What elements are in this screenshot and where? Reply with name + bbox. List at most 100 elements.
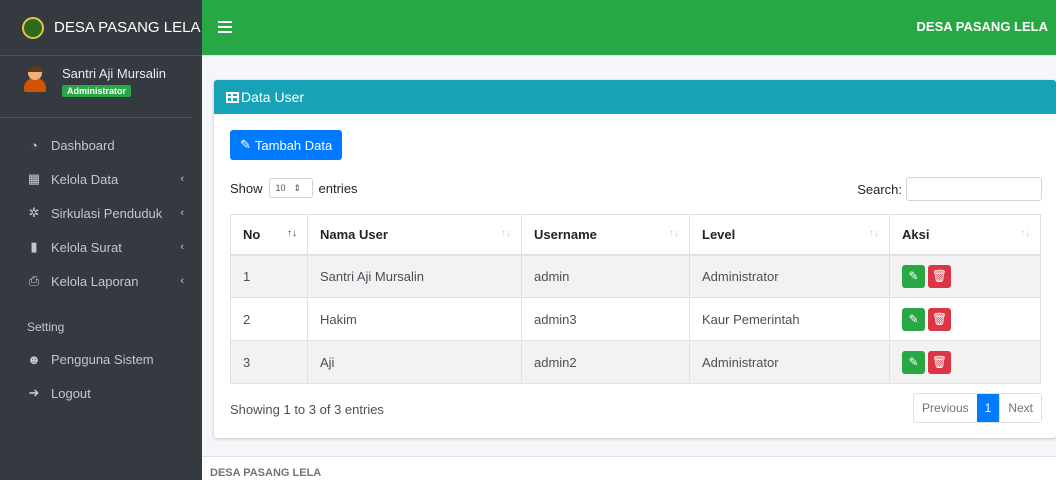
cogs-icon: ✲ — [28, 205, 40, 220]
cell-aksi: ✎ 🗑 — [889, 254, 1041, 298]
user-icon: ☻ — [27, 351, 41, 367]
sidebar-item-dashboard[interactable]: ◔ Dashboard — [0, 128, 202, 162]
sidebar-item-sirkulasi-penduduk[interactable]: ✲ Sirkulasi Penduduk ‹ — [0, 196, 202, 230]
table-icon: ▦ — [27, 171, 41, 186]
sidebar-item-label: Dashboard — [51, 137, 115, 153]
cell-nama-user: Aji — [307, 340, 522, 384]
sort-icon: ↑↓ — [869, 228, 879, 239]
column-header-no[interactable]: No ↑↓ — [230, 214, 308, 256]
cell-level: Kaur Pemerintah — [689, 297, 890, 341]
cell-aksi: ✎ 🗑 — [889, 340, 1041, 384]
cell-nama-user: Hakim — [307, 297, 522, 341]
cell-aksi: ✎ 🗑 — [889, 297, 1041, 341]
table-icon — [226, 91, 239, 103]
role-badge: Administrator — [62, 85, 132, 97]
entries-select[interactable]: 10 ⇕ — [268, 178, 313, 198]
sort-icon: ↑↓ — [501, 228, 511, 239]
column-header-label: No — [243, 226, 261, 242]
column-header-label: Level — [702, 226, 736, 242]
trash-icon[interactable]: 🗑 — [928, 350, 951, 374]
cell-nama-user: Santri Aji Mursalin — [307, 254, 522, 298]
sidebar: DESA PASANG LELA Santri Aji Mursalin Adm… — [0, 0, 202, 480]
card-title: Data User — [241, 89, 305, 105]
pagination: Previous 1 Next — [912, 393, 1042, 423]
file-icon: ▮ — [30, 239, 38, 254]
pagination-next[interactable]: Next — [999, 394, 1041, 422]
table-info: Showing 1 to 3 of 3 entries — [230, 402, 384, 417]
tambah-data-button[interactable]: ✎ Tambah Data — [230, 130, 343, 160]
search-input[interactable] — [906, 177, 1042, 201]
entries-label: entries — [318, 180, 358, 196]
sort-updown-icon: ⇕ — [293, 182, 302, 193]
cell-level: Administrator — [689, 254, 890, 298]
sort-icon: ↑↓ — [1020, 228, 1030, 239]
chevron-left-icon: ‹ — [180, 207, 184, 219]
chevron-left-icon: ‹ — [180, 173, 184, 185]
sidebar-item-label: Pengguna Sistem — [51, 351, 154, 367]
show-label: Show — [230, 180, 263, 196]
avatar — [22, 66, 48, 92]
column-header-label: Nama User — [320, 226, 388, 242]
column-header-nama-user[interactable]: Nama User ↑↓ — [307, 214, 522, 256]
sidebar-item-pengguna-sistem[interactable]: ☻ Pengguna Sistem — [0, 342, 202, 376]
cell-no: 2 — [230, 297, 308, 341]
search-control: Search: — [857, 177, 1042, 201]
sidebar-item-kelola-laporan[interactable]: ⎙ Kelola Laporan ‹ — [0, 264, 202, 298]
cell-no: 1 — [230, 254, 308, 298]
user-panel: Santri Aji Mursalin Administrator — [0, 56, 192, 118]
pagination-previous[interactable]: Previous — [914, 394, 977, 422]
search-label: Search: — [857, 181, 902, 197]
dashboard-icon: ◔ — [30, 137, 38, 153]
sidebar-item-label: Sirkulasi Penduduk — [51, 205, 163, 221]
user-name[interactable]: Santri Aji Mursalin — [62, 66, 166, 81]
trash-icon[interactable]: 🗑 — [928, 307, 951, 331]
table-row: 1 Santri Aji Mursalin admin Administrato… — [230, 254, 1041, 298]
sidebar-item-label: Logout — [51, 385, 91, 401]
sidebar-item-kelola-data[interactable]: ▦ Kelola Data ‹ — [0, 162, 202, 196]
sidebar-nav: ◔ Dashboard ▦ Kelola Data ‹ ✲ Sirkulasi … — [0, 118, 202, 410]
topbar-title: DESA PASANG LELA — [916, 19, 1048, 34]
brand-link[interactable]: DESA PASANG LELA — [0, 0, 202, 56]
menu-toggle-icon[interactable] — [218, 21, 232, 33]
entries-select-value: 10 — [275, 183, 286, 193]
sort-asc-icon: ↑↓ — [287, 228, 297, 239]
cell-no: 3 — [230, 340, 308, 384]
edit-icon[interactable]: ✎ — [902, 307, 925, 331]
cell-username: admin3 — [521, 297, 690, 341]
edit-icon[interactable]: ✎ — [902, 264, 925, 288]
edit-icon[interactable]: ✎ — [902, 350, 925, 374]
chevron-left-icon: ‹ — [180, 241, 184, 253]
sidebar-item-label: Kelola Surat — [51, 239, 122, 255]
sidebar-header-setting: Setting — [27, 320, 65, 334]
sidebar-item-label: Kelola Laporan — [51, 273, 139, 289]
print-icon: ⎙ — [28, 273, 40, 288]
logout-icon: ➜ — [28, 385, 40, 400]
top-navbar: DESA PASANG LELA — [202, 0, 1056, 56]
edit-icon: ✎ — [240, 137, 251, 152]
card-header: Data User — [214, 80, 1056, 114]
sidebar-item-label: Kelola Data — [51, 171, 119, 187]
cell-username: admin — [521, 254, 690, 298]
user-table: No ↑↓ Nama User ↑↓ Username ↑↓ Level ↑↓ Aksi… — [230, 214, 1041, 384]
brand-title: DESA PASANG LELA — [54, 19, 201, 36]
column-header-aksi[interactable]: Aksi ↑↓ — [889, 214, 1041, 256]
column-header-label: Aksi — [902, 226, 930, 242]
column-header-username[interactable]: Username ↑↓ — [521, 214, 690, 256]
sidebar-item-kelola-surat[interactable]: ▮ Kelola Surat ‹ — [0, 230, 202, 264]
sort-icon: ↑↓ — [669, 228, 679, 239]
data-user-card: Data User ✎ Tambah Data Show 10 ⇕ entrie… — [214, 80, 1056, 438]
tambah-data-label: Tambah Data — [254, 137, 333, 153]
trash-icon[interactable]: 🗑 — [928, 264, 951, 288]
cell-level: Administrator — [689, 340, 890, 384]
column-header-label: Username — [534, 226, 597, 242]
table-row: 2 Hakim admin3 Kaur Pemerintah ✎ 🗑 — [230, 297, 1041, 341]
column-header-level[interactable]: Level ↑↓ — [689, 214, 890, 256]
cell-username: admin2 — [521, 340, 690, 384]
chevron-left-icon: ‹ — [180, 275, 184, 287]
pagination-page-1[interactable]: 1 — [976, 394, 1000, 422]
sidebar-item-logout[interactable]: ➜ Logout — [0, 376, 202, 410]
table-header-row: No ↑↓ Nama User ↑↓ Username ↑↓ Level ↑↓ Aksi… — [230, 214, 1041, 256]
entries-length-control: Show 10 ⇕ entries — [230, 178, 358, 198]
footer: DESA PASANG LELA — [202, 456, 1056, 480]
table-row: 3 Aji admin2 Administrator ✎ 🗑 — [230, 340, 1041, 384]
